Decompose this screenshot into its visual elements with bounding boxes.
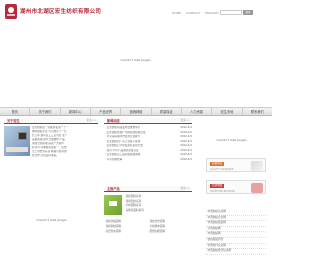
top-link-english[interactable]: ENGLISH xyxy=(205,11,218,15)
quality-ad-image xyxy=(251,161,263,171)
nav-item-marketing[interactable]: 营销网络 xyxy=(121,108,152,115)
product-item[interactable]: · 涤纶仿麻面料 xyxy=(104,220,148,225)
news-more-link[interactable]: 更多>> xyxy=(180,118,190,124)
left-plugin-error: Couldn't load plugin. xyxy=(36,218,68,222)
about-text: 宏生纺织是一家集研发生产于一 体的纺织企业,公司成立于一九 九五年,现有员工三百… xyxy=(32,126,98,158)
site-name: 湖州市北湖区宏生纺织有限公司 xyxy=(20,9,102,15)
marketing-ad-image xyxy=(251,183,263,193)
about-more-link[interactable]: 更多>> xyxy=(86,118,96,124)
product-item[interactable]: · 涤纶仿丝面料 xyxy=(148,220,192,225)
product-item[interactable]: · 涤棉斜纹面料 xyxy=(104,225,148,230)
products-more-link[interactable]: 更多>> xyxy=(180,186,190,192)
news-title: 新闻动态 xyxy=(107,119,120,123)
product-photo[interactable] xyxy=(104,195,122,215)
nav-item-world[interactable]: 宏生天地 xyxy=(212,108,243,115)
links-list: · 中国纺织信息网 · 中国纺织企业网 · 中国纺织服装网 · 全球纺织网 · … xyxy=(206,210,266,255)
site-header: 湖州市北湖区宏生纺织有限公司 HOME CONTACT ENGLISH 搜索 xyxy=(0,0,272,26)
news-date: 2010-6-5 xyxy=(180,157,192,161)
nav-item-contact[interactable]: 联系我们 xyxy=(243,108,272,115)
about-title: 关于宏生 xyxy=(7,119,20,123)
news-header: 新闻动态 更多>> xyxy=(104,118,192,124)
nav-item-about[interactable]: 关于我们 xyxy=(30,108,61,115)
banner-plugin: Couldn't load plugin. xyxy=(0,28,272,103)
right-plugin-error: Couldn't load plugin. xyxy=(216,138,248,142)
search-input[interactable] xyxy=(220,10,242,15)
top-link-contact[interactable]: CONTACT xyxy=(186,11,200,15)
product-label-shape xyxy=(109,201,117,206)
products-title: 主推产品 xyxy=(107,187,120,191)
about-line: 友合作,共创美好未来。 xyxy=(32,154,59,157)
product-grid: · 涤纶仿麻面料 · 涤纶仿丝面料 · 涤棉斜纹面料 · 全棉帆布面料 · 高密… xyxy=(104,220,192,235)
top-link-home[interactable]: HOME xyxy=(172,11,181,15)
plugin-error-message: Couldn't load plugin. xyxy=(120,58,152,62)
top-links: HOME CONTACT ENGLISH xyxy=(172,11,219,15)
product-category[interactable]: · 功能性面料系列 xyxy=(124,209,192,214)
nav-item-quality[interactable]: 质量保证 xyxy=(152,108,182,115)
quality-ad-title: 质量保证 xyxy=(210,162,225,166)
product-item[interactable]: · 高密防水面料 xyxy=(104,230,148,235)
product-item[interactable]: · 阻燃功能面料 xyxy=(148,230,192,235)
about-photo xyxy=(4,126,30,156)
desk-shape xyxy=(6,147,28,152)
quality-ad[interactable]: 质量保证 QUALITY ASSURANCE xyxy=(206,158,266,172)
company-logo[interactable] xyxy=(5,4,17,19)
news-row[interactable]: · 公司招聘启事 2010-6-5 xyxy=(104,158,192,163)
marketing-ad[interactable]: 营销网络 MARKETING NETWORK xyxy=(206,180,266,194)
logo-bar xyxy=(7,14,15,16)
logo-mark xyxy=(8,7,14,13)
computer-shape xyxy=(18,132,27,140)
news-list: · 宏生纺织新品发布会隆重举行 2010-6-5 · 宏生纺织参加广州国际纺织展览… xyxy=(104,126,192,162)
nav-item-home[interactable]: 首页 xyxy=(0,108,31,115)
marketing-ad-caption: MARKETING NETWORK xyxy=(210,189,235,193)
about-header: 关于宏生 更多>> xyxy=(4,118,98,124)
product-item[interactable]: · 全棉帆布面料 xyxy=(148,225,192,230)
marketing-ad-title: 营销网络 xyxy=(210,184,225,188)
product-category-list: · 涤纶面料系列 · 涤棉混纺系列 · 全棉面料系列 · 功能性面料系列 xyxy=(124,195,192,213)
main-nav: 首页 关于我们 新闻中心 产品世界 营销网络 质量保证 人力资源 宏生天地 联系… xyxy=(0,107,272,116)
quality-ad-caption: QUALITY ASSURANCE xyxy=(210,167,234,171)
search-button[interactable]: 搜索 xyxy=(243,10,253,15)
products-header: 主推产品 更多>> xyxy=(104,186,192,192)
nav-item-products[interactable]: 产品世界 xyxy=(91,108,122,115)
nav-item-hr[interactable]: 人力资源 xyxy=(182,108,213,115)
news-title-text[interactable]: · 公司招聘启事 xyxy=(104,158,122,163)
link-item[interactable]: · 中国纺织经济信息网 xyxy=(206,249,266,255)
nav-item-news[interactable]: 新闻中心 xyxy=(61,108,91,115)
